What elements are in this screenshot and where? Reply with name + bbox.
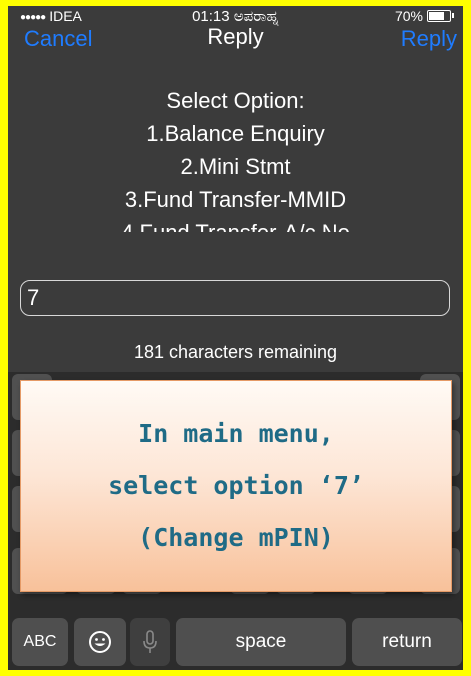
ussd-message: Select Option: 1.Balance Enquiry 2.Mini …	[8, 84, 463, 232]
message-line: 3.Fund Transfer-MMID	[124, 187, 347, 212]
message-line: 2.Mini Stmt	[180, 154, 291, 179]
status-bar: ●●●●● IDEA 01:13 ಅಪರಾಹ್ನ 70% Cancel Reply…	[8, 6, 463, 56]
reply-input[interactable]: 7	[20, 280, 450, 316]
characters-remaining: 181 characters remaining	[133, 342, 338, 362]
message-line: 4.Fund Transfer-A/c No	[8, 216, 463, 232]
abc-key[interactable]: ABC	[12, 618, 68, 666]
reply-button[interactable]: Reply	[401, 26, 457, 52]
dictation-key[interactable]	[130, 618, 170, 666]
callout-line: (Change mPIN)	[138, 523, 334, 552]
message-line: 1.Balance Enquiry	[146, 121, 325, 146]
message-line: Select Option:	[166, 88, 305, 113]
keyboard-bottom-row: ABC space return	[8, 618, 463, 666]
page-title: Reply	[207, 24, 264, 49]
emoji-key[interactable]	[74, 618, 126, 666]
microphone-icon	[143, 630, 157, 653]
battery-percent: 70%	[394, 8, 423, 24]
battery-icon	[427, 10, 454, 22]
callout-line: In main menu,	[138, 419, 334, 448]
return-key[interactable]: return	[352, 618, 462, 666]
battery: 70%	[394, 8, 454, 24]
instruction-callout: In main menu, select option ‘7’ (Change …	[20, 380, 452, 592]
space-key[interactable]: space	[176, 618, 346, 666]
callout-line: select option ‘7’	[108, 471, 364, 500]
emoji-icon	[89, 631, 111, 653]
